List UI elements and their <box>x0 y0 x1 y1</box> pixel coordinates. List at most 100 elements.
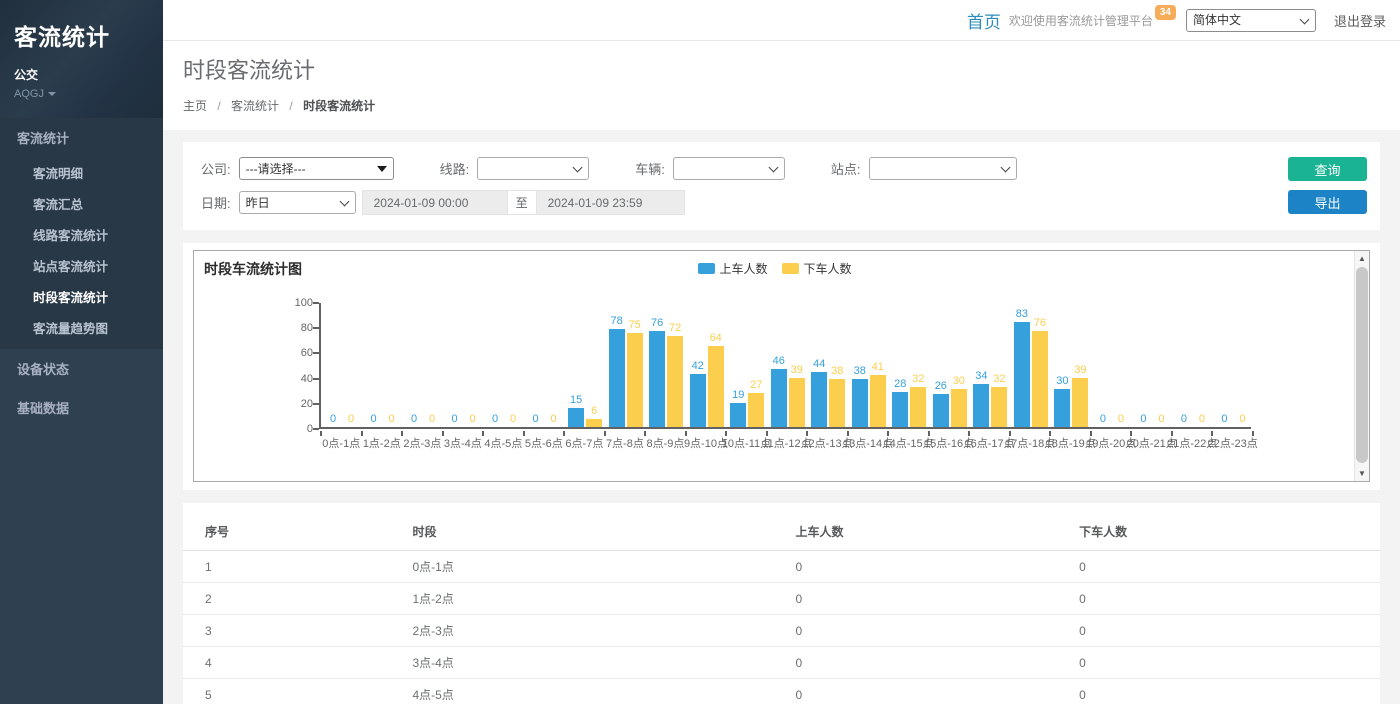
table-row: 10点-1点00 <box>183 551 1380 583</box>
bar-alighting <box>951 389 967 427</box>
station-label: 站点: <box>831 159 861 178</box>
home-link[interactable]: 首页 <box>967 8 1001 33</box>
bar-boarding <box>1054 389 1070 427</box>
table-cell: 0 <box>1071 551 1380 583</box>
chart-legend: 上车人数 下车人数 <box>697 260 865 277</box>
user-menu[interactable]: AQGJ <box>14 88 149 100</box>
x-axis-category-label: 10点-11点 <box>726 435 767 451</box>
y-axis-tick-label: 40 <box>275 373 313 385</box>
table-cell: 0点-1点 <box>404 551 787 583</box>
bar-alighting <box>991 387 1007 427</box>
language-select[interactable]: 简体中文 <box>1186 9 1316 32</box>
sidebar-item-passenger-stats[interactable]: 客流统计 <box>0 118 163 157</box>
station-filter: 站点: <box>831 157 1017 180</box>
table-cell: 4点-5点 <box>404 679 787 704</box>
table-cell: 2 <box>183 583 404 615</box>
bar-alighting <box>627 333 643 428</box>
bar-value-label: 0 <box>1226 413 1258 425</box>
y-axis-tick <box>313 302 319 304</box>
bar-alighting <box>910 387 926 427</box>
x-axis-category-label: 13点-14点 <box>848 435 889 451</box>
breadcrumb-home[interactable]: 主页 <box>183 99 207 113</box>
x-axis-category-label: 2点-3点 <box>402 435 443 451</box>
column-header-period: 时段 <box>404 513 787 551</box>
scroll-thumb[interactable] <box>1356 267 1368 463</box>
date-preset-select[interactable]: 昨日 <box>239 191 356 214</box>
sidebar-item-base-data[interactable]: 基础数据 <box>0 388 163 427</box>
filter-row-1: 公司: ---请选择--- 线路: 车 <box>201 157 1362 180</box>
line-select[interactable] <box>477 157 589 180</box>
table-cell: 2点-3点 <box>404 615 787 647</box>
date-label: 日期: <box>201 193 231 212</box>
vehicle-select-wrapper <box>673 157 785 180</box>
column-header-alighting: 下车人数 <box>1071 513 1380 551</box>
sidebar-item-trend-chart[interactable]: 客流量趋势图 <box>0 312 163 343</box>
filter-row-2: 日期: 昨日 2024-01-09 00:00 至 2024-01-09 23:… <box>201 190 1362 215</box>
app: { "colors": { "primary_green": "#1ab394"… <box>0 0 1400 704</box>
x-axis-category-label: 20点-21点 <box>1131 435 1172 451</box>
table-cell: 0 <box>1071 615 1380 647</box>
bar-alighting <box>586 419 602 427</box>
x-axis-category-label: 21点-22点 <box>1172 435 1213 451</box>
line-label: 线路: <box>440 159 470 178</box>
legend-label-alighting: 下车人数 <box>804 260 852 277</box>
table-cell: 4 <box>183 647 404 679</box>
y-axis-tick <box>313 378 319 380</box>
column-header-boarding: 上车人数 <box>787 513 1071 551</box>
company-filter: 公司: ---请选择--- <box>201 157 394 180</box>
table-row: 54点-5点00 <box>183 679 1380 704</box>
date-to-input[interactable]: 2024-01-09 23:59 <box>536 190 685 215</box>
x-axis-category-label: 12点-13点 <box>807 435 848 451</box>
x-axis-category-label: 17点-18点 <box>1010 435 1051 451</box>
sidebar-item-passenger-summary[interactable]: 客流汇总 <box>0 188 163 219</box>
x-axis-category-label: 18点-19点 <box>1050 435 1091 451</box>
export-button[interactable]: 导出 <box>1288 190 1367 214</box>
welcome-text: 欢迎使用客流统计管理平台 <box>1009 12 1153 29</box>
sidebar-item-line-stats[interactable]: 线路客流统计 <box>0 219 163 250</box>
bar-value-label: 64 <box>700 332 732 344</box>
app-logo: 客流统计 <box>14 18 149 52</box>
x-axis-category-label: 6点-7点 <box>564 435 605 451</box>
table-row: 21点-2点00 <box>183 583 1380 615</box>
x-axis-category-label: 19点-20点 <box>1091 435 1132 451</box>
sidebar-item-station-stats[interactable]: 站点客流统计 <box>0 250 163 281</box>
column-header-index: 序号 <box>183 513 404 551</box>
x-axis-category-label: 11点-12点 <box>767 435 808 451</box>
table-body: 10点-1点0021点-2点0032点-3点0043点-4点0054点-5点00… <box>183 551 1380 704</box>
bar-alighting <box>708 346 724 427</box>
search-button[interactable]: 查询 <box>1288 157 1367 181</box>
table-cell: 0 <box>787 647 1071 679</box>
caret-down-icon <box>48 92 56 96</box>
y-axis-tick <box>313 403 319 405</box>
sidebar-item-passenger-detail[interactable]: 客流明细 <box>0 157 163 188</box>
table-cell: 0 <box>787 551 1071 583</box>
logout-link[interactable]: 退出登录 <box>1334 11 1386 30</box>
scroll-down-icon[interactable]: ▼ <box>1355 466 1369 481</box>
company-select-wrapper: ---请选择--- <box>239 157 394 180</box>
y-axis-tick-label: 20 <box>275 398 313 410</box>
table-cell: 0 <box>1071 647 1380 679</box>
x-axis-category-label: 3点-4点 <box>443 435 484 451</box>
legend-item-alighting: 下车人数 <box>782 260 852 277</box>
sidebar-item-period-stats[interactable]: 时段客流统计 <box>0 281 163 312</box>
sidebar-item-device-status[interactable]: 设备状态 <box>0 349 163 388</box>
bar-value-label: 32 <box>983 373 1015 385</box>
bar-alighting <box>748 393 764 427</box>
vehicle-select[interactable] <box>673 157 785 180</box>
company-select[interactable]: ---请选择--- <box>239 157 394 180</box>
bar-alighting <box>789 378 805 427</box>
breadcrumb-passenger-stats[interactable]: 客流统计 <box>231 99 279 113</box>
notification-badge[interactable]: 34 <box>1155 5 1176 20</box>
scroll-up-icon[interactable]: ▲ <box>1355 251 1369 266</box>
chart-panel: 时段车流统计图 上车人数 下车人数 020406080100000点-1点001… <box>183 243 1380 490</box>
date-filter: 日期: 昨日 <box>201 191 356 214</box>
station-select[interactable] <box>869 157 1017 180</box>
x-axis-category-label: 4点-5点 <box>483 435 524 451</box>
y-axis-tick <box>313 428 319 430</box>
filter-panel: 公司: ---请选择--- 线路: 车 <box>183 142 1380 230</box>
date-from-input[interactable]: 2024-01-09 00:00 <box>362 190 508 215</box>
bar-boarding <box>649 331 665 427</box>
table-cell: 0 <box>1071 583 1380 615</box>
bar-boarding <box>973 384 989 427</box>
bar-boarding <box>933 394 949 427</box>
